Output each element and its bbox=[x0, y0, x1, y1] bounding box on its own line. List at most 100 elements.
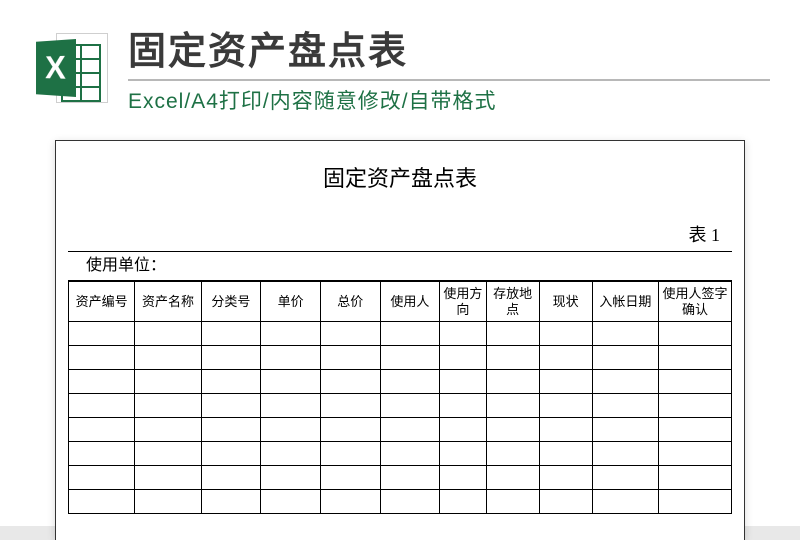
table-cell bbox=[539, 394, 592, 418]
table-cell bbox=[69, 442, 135, 466]
table-cell bbox=[380, 394, 440, 418]
table-cell bbox=[69, 490, 135, 514]
col-header: 现状 bbox=[539, 282, 592, 322]
table-cell bbox=[201, 442, 261, 466]
table-cell bbox=[201, 322, 261, 346]
table-cell bbox=[486, 322, 539, 346]
table-cell bbox=[135, 370, 201, 394]
table-cell bbox=[135, 466, 201, 490]
table-cell bbox=[658, 370, 731, 394]
table-cell bbox=[135, 418, 201, 442]
table-cell bbox=[539, 466, 592, 490]
table-cell bbox=[201, 418, 261, 442]
table-cell bbox=[440, 442, 486, 466]
table-cell bbox=[201, 490, 261, 514]
table-cell bbox=[658, 346, 731, 370]
table-cell bbox=[320, 466, 380, 490]
table-row bbox=[69, 322, 732, 346]
table-cell bbox=[592, 346, 658, 370]
table-cell bbox=[261, 346, 321, 370]
col-header: 使用方向 bbox=[440, 282, 486, 322]
table-cell bbox=[539, 346, 592, 370]
table-cell bbox=[135, 394, 201, 418]
table-cell bbox=[320, 490, 380, 514]
inventory-table: 资产编号 资产名称 分类号 单价 总价 使用人 使用方向 存放地点 现状 入帐日… bbox=[68, 281, 732, 514]
table-row bbox=[69, 394, 732, 418]
table-cell bbox=[69, 346, 135, 370]
excel-x-letter: X bbox=[45, 48, 66, 86]
table-cell bbox=[201, 466, 261, 490]
table-row bbox=[69, 370, 732, 394]
table-cell bbox=[201, 346, 261, 370]
table-cell bbox=[201, 394, 261, 418]
table-cell bbox=[658, 490, 731, 514]
table-cell bbox=[135, 442, 201, 466]
table-cell bbox=[486, 370, 539, 394]
table-cell bbox=[320, 418, 380, 442]
col-header: 使用人签字确认 bbox=[658, 282, 731, 322]
col-header: 资产名称 bbox=[135, 282, 201, 322]
template-header: X 固定资产盘点表 Excel/A4打印/内容随意修改/自带格式 bbox=[0, 0, 800, 130]
table-cell bbox=[320, 442, 380, 466]
table-cell bbox=[380, 322, 440, 346]
table-cell bbox=[539, 322, 592, 346]
col-header: 资产编号 bbox=[69, 282, 135, 322]
table-cell bbox=[592, 466, 658, 490]
table-cell bbox=[592, 394, 658, 418]
table-cell bbox=[261, 490, 321, 514]
table-cell bbox=[69, 394, 135, 418]
table-row bbox=[69, 418, 732, 442]
table-cell bbox=[440, 490, 486, 514]
table-cell bbox=[486, 394, 539, 418]
table-cell bbox=[486, 418, 539, 442]
sheet-number-label: 表 1 bbox=[689, 221, 721, 247]
table-cell bbox=[440, 466, 486, 490]
table-cell bbox=[440, 394, 486, 418]
table-cell bbox=[440, 322, 486, 346]
table-cell bbox=[539, 370, 592, 394]
table-cell bbox=[380, 370, 440, 394]
table-cell bbox=[486, 346, 539, 370]
table-cell bbox=[261, 394, 321, 418]
document-title: 固定资产盘点表 bbox=[56, 161, 744, 193]
table-cell bbox=[69, 466, 135, 490]
col-header: 存放地点 bbox=[486, 282, 539, 322]
table-cell bbox=[592, 490, 658, 514]
excel-icon: X bbox=[30, 29, 108, 107]
col-header: 使用人 bbox=[380, 282, 440, 322]
table-cell bbox=[380, 418, 440, 442]
table-cell bbox=[320, 322, 380, 346]
table-cell bbox=[658, 322, 731, 346]
template-title: 固定资产盘点表 bbox=[128, 20, 770, 81]
table-cell bbox=[539, 490, 592, 514]
table-cell bbox=[261, 442, 321, 466]
table-cell bbox=[440, 346, 486, 370]
table-cell bbox=[658, 466, 731, 490]
table-cell bbox=[658, 394, 731, 418]
table-cell bbox=[380, 490, 440, 514]
table-row bbox=[69, 442, 732, 466]
table-cell bbox=[261, 466, 321, 490]
table-row bbox=[69, 346, 732, 370]
table-cell bbox=[380, 442, 440, 466]
table-cell bbox=[135, 490, 201, 514]
table-cell bbox=[486, 490, 539, 514]
unit-label: 使用单位： bbox=[86, 257, 166, 274]
table-cell bbox=[261, 418, 321, 442]
template-subtitle: Excel/A4打印/内容随意修改/自带格式 bbox=[128, 85, 770, 115]
table-cell bbox=[486, 442, 539, 466]
table-cell bbox=[380, 466, 440, 490]
table-cell bbox=[69, 418, 135, 442]
table-cell bbox=[440, 418, 486, 442]
table-cell bbox=[261, 322, 321, 346]
table-header-row: 资产编号 资产名称 分类号 单价 总价 使用人 使用方向 存放地点 现状 入帐日… bbox=[69, 282, 732, 322]
table-cell bbox=[592, 370, 658, 394]
table-row bbox=[69, 466, 732, 490]
table-cell bbox=[486, 466, 539, 490]
table-cell bbox=[658, 418, 731, 442]
table-cell bbox=[539, 418, 592, 442]
table-cell bbox=[69, 370, 135, 394]
table-cell bbox=[201, 370, 261, 394]
table-cell bbox=[592, 322, 658, 346]
table-cell bbox=[380, 346, 440, 370]
